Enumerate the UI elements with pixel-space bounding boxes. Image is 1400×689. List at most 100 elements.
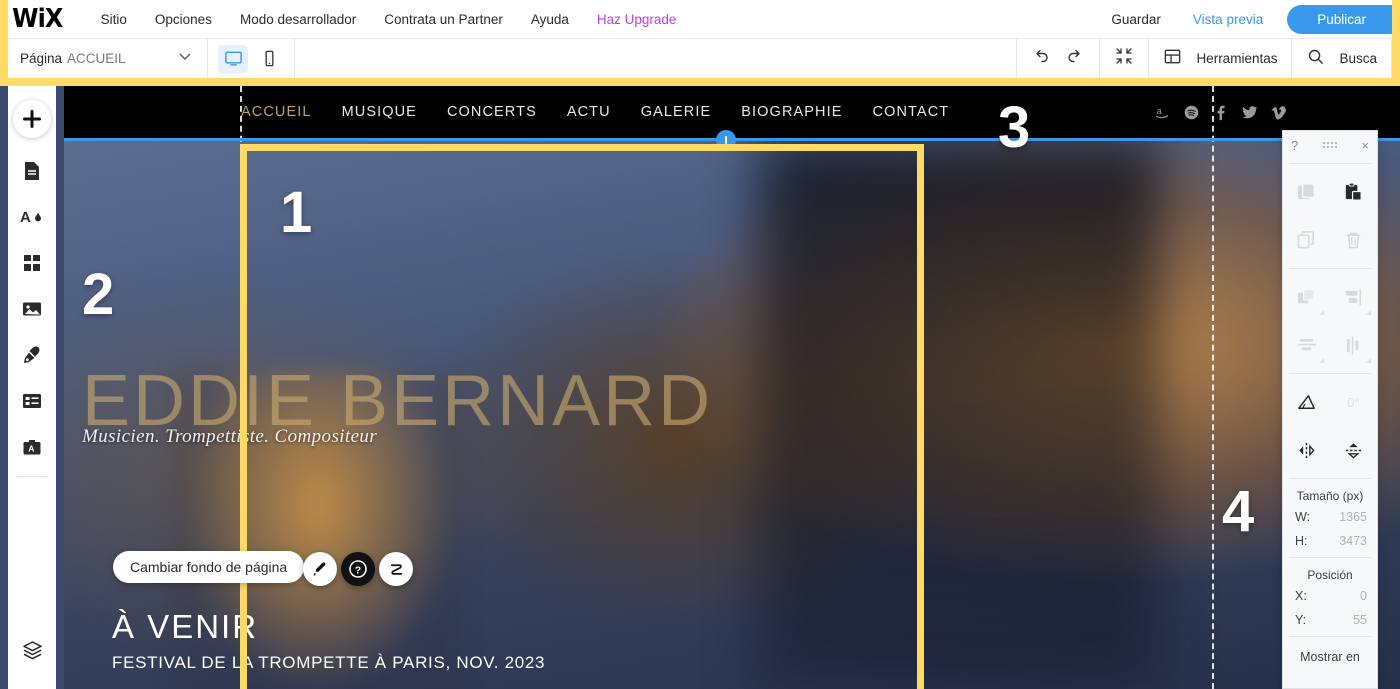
nav-item-accueil[interactable]: ACCUEIL [241, 104, 312, 120]
search-icon [1306, 47, 1325, 71]
duplicate-icon[interactable] [1283, 168, 1330, 216]
width-value: 1365 [1339, 510, 1367, 524]
tool-panel-divider-3 [1289, 373, 1371, 374]
guide-right [1212, 86, 1214, 689]
site-navigation: ACCUEIL MUSIQUE CONCERTS ACTU GALERIE BI… [241, 104, 949, 120]
amazon-icon[interactable]: a [1154, 104, 1171, 121]
change-page-background-tooltip[interactable]: Cambiar fondo de página [113, 551, 305, 583]
hero-subtitle: Musicien. Trompettiste. Compositeur [82, 426, 378, 447]
menu-contrata-partner[interactable]: Contrata un Partner [370, 12, 517, 27]
blog-button[interactable] [12, 332, 52, 378]
wix-logo[interactable]: WiX [12, 4, 63, 34]
tool-panel-divider-6 [1289, 636, 1371, 637]
position-x-field[interactable]: X: 0 [1283, 584, 1377, 608]
zoom-out-icon [1114, 46, 1134, 71]
position-y-field[interactable]: Y: 55 [1283, 608, 1377, 632]
svg-text:A: A [28, 444, 34, 454]
nav-item-contact[interactable]: CONTACT [873, 104, 950, 120]
undo-icon[interactable] [1031, 46, 1051, 71]
tool-panel-divider-5 [1289, 557, 1371, 558]
rotation-value[interactable]: 0° [1330, 378, 1377, 426]
mobile-view-button[interactable] [254, 45, 284, 73]
height-value: 3473 [1339, 534, 1367, 548]
pages-button[interactable] [12, 148, 52, 194]
height-field[interactable]: H: 3473 [1283, 529, 1377, 553]
menu-ayuda[interactable]: Ayuda [517, 12, 583, 27]
tool-panel-row-flip [1283, 426, 1377, 474]
flip-vertical-icon[interactable] [1330, 426, 1377, 474]
spotify-icon[interactable] [1183, 104, 1200, 121]
nav-item-biographie[interactable]: BIOGRAPHIE [741, 104, 842, 120]
dropdown-corner-icon [1366, 310, 1371, 315]
help-button[interactable]: ? [341, 552, 375, 586]
facebook-icon[interactable] [1212, 104, 1229, 121]
arrange-layers-icon[interactable] [1283, 273, 1330, 321]
content-manager-button[interactable] [12, 378, 52, 424]
drag-grip-icon[interactable] [1322, 140, 1338, 150]
position-y-value: 55 [1353, 613, 1367, 627]
business-tools-button[interactable]: A [12, 424, 52, 470]
rotate-angle-icon[interactable] [1283, 378, 1330, 426]
site-header: ACCUEIL MUSIQUE CONCERTS ACTU GALERIE BI… [64, 86, 1400, 138]
zoom-out-button[interactable] [1100, 39, 1150, 78]
upgrade-link[interactable]: Haz Upgrade [583, 12, 691, 27]
history-group [1017, 39, 1101, 78]
paste-icon[interactable] [1330, 168, 1377, 216]
nav-item-concerts[interactable]: CONCERTS [447, 104, 537, 120]
help-icon[interactable]: ? [1291, 138, 1298, 153]
layers-button[interactable] [12, 627, 52, 673]
vimeo-icon[interactable] [1271, 104, 1288, 121]
twitter-icon[interactable] [1241, 103, 1259, 121]
hero-section[interactable]: EDDIE BERNARD Musicien. Trompettiste. Co… [64, 138, 1400, 689]
flip-horizontal-icon[interactable] [1283, 426, 1330, 474]
panel-layout-icon [1163, 47, 1182, 71]
show-in-label: Mostrar en [1300, 650, 1360, 664]
tool-panel-row-arrange [1283, 273, 1377, 321]
view-mode-group [208, 39, 295, 78]
desktop-view-button[interactable] [218, 44, 248, 73]
apps-button[interactable] [12, 240, 52, 286]
page-selector[interactable]: Página ACCUEIL [8, 39, 208, 78]
nav-item-actu[interactable]: ACTU [567, 104, 611, 120]
annotation-number-1: 1 [280, 180, 313, 245]
publish-button[interactable]: Publicar [1287, 4, 1392, 34]
design-brush-button[interactable] [303, 552, 337, 586]
annotation-number-4: 4 [1222, 479, 1255, 544]
nav-item-musique[interactable]: MUSIQUE [342, 104, 417, 120]
editor-chrome-inner: WiX Sitio Opciones Modo desarrollador Co… [8, 0, 1392, 78]
position-x-value: 0 [1360, 589, 1367, 603]
redo-icon[interactable] [1065, 46, 1085, 71]
menu-modo-desarrollador[interactable]: Modo desarrollador [226, 12, 370, 27]
media-button[interactable] [12, 286, 52, 332]
svg-text:a: a [1157, 106, 1163, 116]
tool-panel-header: ? × [1283, 131, 1377, 159]
close-icon[interactable]: × [1361, 138, 1369, 153]
save-button[interactable]: Guardar [1095, 12, 1177, 27]
dropdown-corner-icon [1319, 310, 1324, 315]
menu-opciones[interactable]: Opciones [141, 12, 226, 27]
align-horizontal-icon[interactable] [1330, 273, 1377, 321]
toolbar-spacer [295, 39, 1018, 78]
add-element-button[interactable] [13, 100, 51, 138]
distribute-vertical-icon[interactable] [1330, 321, 1377, 369]
tools-button[interactable]: Herramientas [1149, 39, 1293, 78]
copy-icon[interactable] [1283, 216, 1330, 264]
distribute-horizontal-icon[interactable] [1283, 321, 1330, 369]
tool-panel-divider-4 [1289, 478, 1371, 479]
menu-sitio[interactable]: Sitio [87, 12, 141, 27]
preview-button[interactable]: Vista previa [1177, 12, 1279, 27]
search-button[interactable]: Busca [1292, 39, 1392, 78]
rotation-value-text: 0° [1347, 394, 1360, 410]
search-label: Busca [1339, 51, 1377, 66]
guide-left [240, 86, 242, 689]
delete-trash-icon[interactable] [1330, 216, 1377, 264]
theme-button[interactable]: A [12, 194, 52, 240]
chevron-down-icon [177, 48, 193, 69]
nav-item-galerie[interactable]: GALERIE [641, 104, 712, 120]
header-resize-handle[interactable] [716, 130, 736, 150]
animation-button[interactable] [379, 552, 413, 586]
width-field[interactable]: W: 1365 [1283, 505, 1377, 529]
svg-text:?: ? [355, 564, 361, 576]
position-section-label: Posición [1307, 568, 1353, 582]
annotation-number-3: 3 [998, 95, 1031, 160]
